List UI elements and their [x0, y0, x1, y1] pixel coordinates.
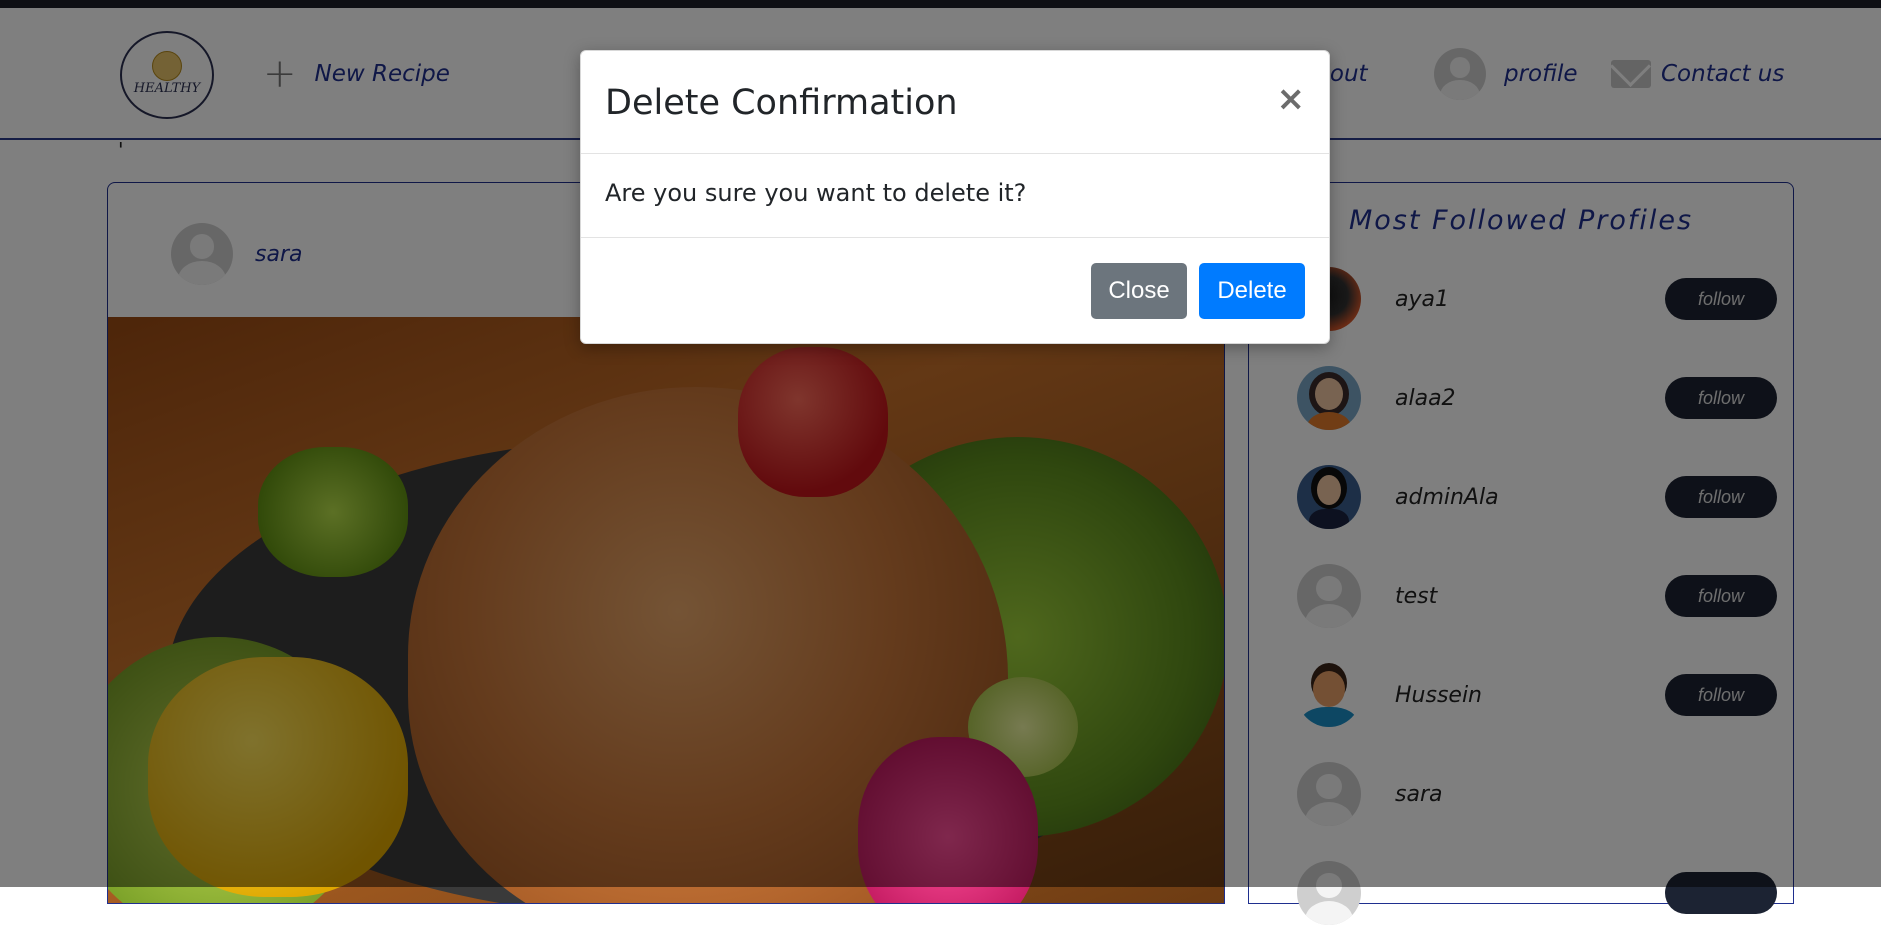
delete-button[interactable]: Delete [1199, 263, 1305, 319]
modal-title: Delete Confirmation [605, 83, 958, 123]
delete-confirmation-modal: Delete Confirmation × Are you sure you w… [580, 50, 1330, 344]
close-button[interactable]: Close [1091, 263, 1187, 319]
close-icon[interactable]: × [1277, 79, 1306, 119]
modal-message: Are you sure you want to delete it? [605, 179, 1027, 207]
modal-body: Are you sure you want to delete it? [581, 153, 1329, 238]
modal-header: Delete Confirmation × [581, 51, 1329, 154]
